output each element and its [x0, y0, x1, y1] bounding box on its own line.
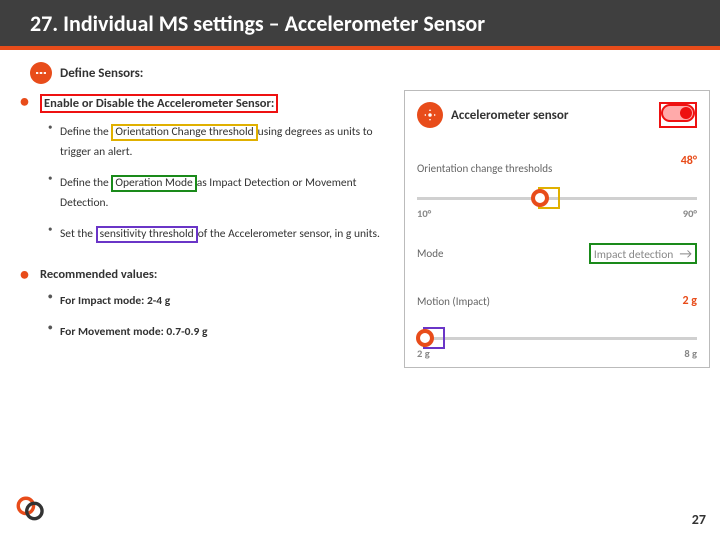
highlight-green: Operation Mode: [111, 175, 196, 192]
bullet-movement-range: For Movement mode: 0.7-0.9 g: [14, 319, 396, 351]
label-orientation-threshold: Orientation change thresholds: [417, 162, 552, 175]
slider-motion[interactable]: 2 g 8 g: [417, 323, 697, 357]
slider-min: 10°: [417, 207, 431, 220]
value-orientation-threshold: 48°: [681, 154, 697, 168]
label-mode: Mode: [417, 247, 443, 260]
slide-title: 27. Individual MS settings – Acceleromet…: [30, 10, 485, 37]
phone-sensor-title: Accelerometer sensor: [451, 108, 568, 123]
bullet-enable-disable: Enable or Disable the Accelerometer Sens…: [14, 90, 396, 119]
bullet-operation-mode: Define the Operation Mode as Impact Dete…: [14, 170, 396, 221]
slider-max: 90°: [683, 207, 697, 220]
slider-orientation[interactable]: 10° 90°: [417, 183, 697, 217]
bullet-sensitivity-threshold: Set the sensitivity threshold of the Acc…: [14, 221, 396, 253]
value-motion: 2 g: [683, 294, 697, 308]
chevron-right-icon: →: [679, 245, 692, 262]
phone-screenshot: Accelerometer sensor Orientation change …: [404, 90, 710, 368]
highlight-toggle: [659, 102, 697, 128]
brand-logo: [14, 494, 48, 528]
highlight-motion-knob: [423, 327, 445, 349]
bullet-orientation-threshold: Define the Orientation Change threshold …: [14, 119, 396, 170]
bullet-recommended-values: Recommended values:: [14, 263, 396, 288]
label-motion: Motion (Impact): [417, 295, 490, 308]
highlight-yellow: Orientation Change threshold: [111, 124, 257, 141]
page-number: 27: [692, 511, 706, 528]
enable-toggle[interactable]: [661, 104, 695, 122]
sensor-define-icon: [30, 62, 52, 84]
step-label: Define Sensors:: [60, 66, 143, 81]
slider-max: 8 g: [684, 347, 697, 360]
highlight-red: Enable or Disable the Accelerometer Sens…: [40, 94, 278, 113]
highlight-violet: sensitivity threshold: [96, 226, 198, 243]
highlight-orientation-knob: [538, 187, 560, 209]
highlight-mode-value: Impact detection →: [589, 243, 697, 264]
instructions-column: Enable or Disable the Accelerometer Sens…: [14, 90, 396, 368]
slider-min: 2 g: [417, 347, 430, 360]
slider-knob-icon: [531, 189, 549, 207]
bullet-impact-range: For Impact mode: 2-4 g: [14, 288, 396, 320]
slider-knob-icon: [416, 329, 434, 347]
mode-select[interactable]: Impact detection: [594, 248, 673, 262]
step-row: Define Sensors:: [0, 50, 720, 90]
slide-header: 27. Individual MS settings – Acceleromet…: [0, 0, 720, 46]
accelerometer-icon: [417, 102, 443, 128]
